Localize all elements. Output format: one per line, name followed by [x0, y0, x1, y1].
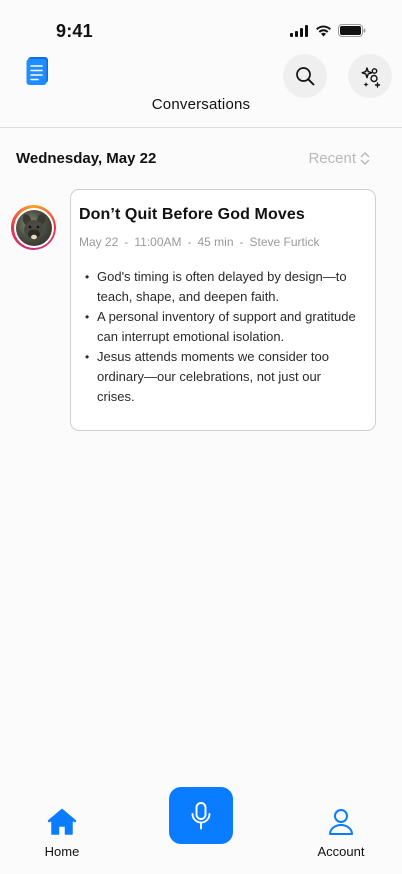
status-time: 9:41: [56, 21, 93, 41]
signal-icon: [290, 24, 308, 37]
search-button[interactable]: [283, 54, 327, 98]
search-icon: [296, 67, 315, 86]
status-icons: [290, 24, 366, 37]
sort-label: Recent: [308, 150, 356, 167]
meta-separator: -: [124, 235, 129, 249]
battery-icon: [338, 24, 366, 37]
meta-separator: -: [187, 235, 192, 249]
summary-item: Jesus attends moments we consider too or…: [79, 347, 361, 407]
conversation-duration: 45 min: [197, 235, 234, 249]
avatar-ring: [13, 207, 54, 248]
ai-insights-button[interactable]: [348, 54, 392, 98]
microphone-icon: [191, 801, 211, 829]
date-heading: Wednesday, May 22: [16, 150, 157, 167]
tab-home[interactable]: Home: [32, 808, 92, 859]
account-icon: [329, 809, 353, 835]
avatar-photo: [15, 209, 52, 246]
sort-selector[interactable]: Recent: [308, 150, 370, 167]
app-logo-icon: [26, 57, 48, 85]
tab-home-label: Home: [44, 844, 80, 859]
tab-account-label: Account: [317, 844, 365, 859]
conversation-time: 11:00AM: [134, 235, 182, 249]
status-bar: 9:41: [0, 0, 402, 56]
chevron-up-down-icon: [360, 152, 370, 165]
wifi-icon: [316, 25, 331, 36]
speaker-avatar[interactable]: [11, 205, 56, 250]
home-icon: [47, 808, 77, 835]
dog-photo-icon: [22, 213, 45, 240]
summary-item: A personal inventory of support and grat…: [79, 307, 361, 347]
conversation-meta: May 22 - 11:00AM - 45 min - Steve Furtic…: [79, 235, 361, 249]
sparkles-icon: [361, 67, 381, 88]
summary-item: God's timing is often delayed by design—…: [79, 267, 361, 307]
meta-separator: -: [239, 235, 244, 249]
header-divider: [0, 127, 402, 128]
summary-list: God's timing is often delayed by design—…: [79, 267, 361, 407]
conversation-speaker: Steve Furtick: [249, 235, 320, 249]
conversation-title: Don’t Quit Before God Moves: [79, 206, 305, 223]
record-button[interactable]: [169, 787, 233, 844]
page-title: Conversations: [151, 96, 251, 113]
conversation-card[interactable]: Don’t Quit Before God Moves May 22 - 11:…: [70, 189, 376, 431]
conversation-date: May 22: [79, 235, 119, 249]
tab-account[interactable]: Account: [306, 808, 376, 859]
